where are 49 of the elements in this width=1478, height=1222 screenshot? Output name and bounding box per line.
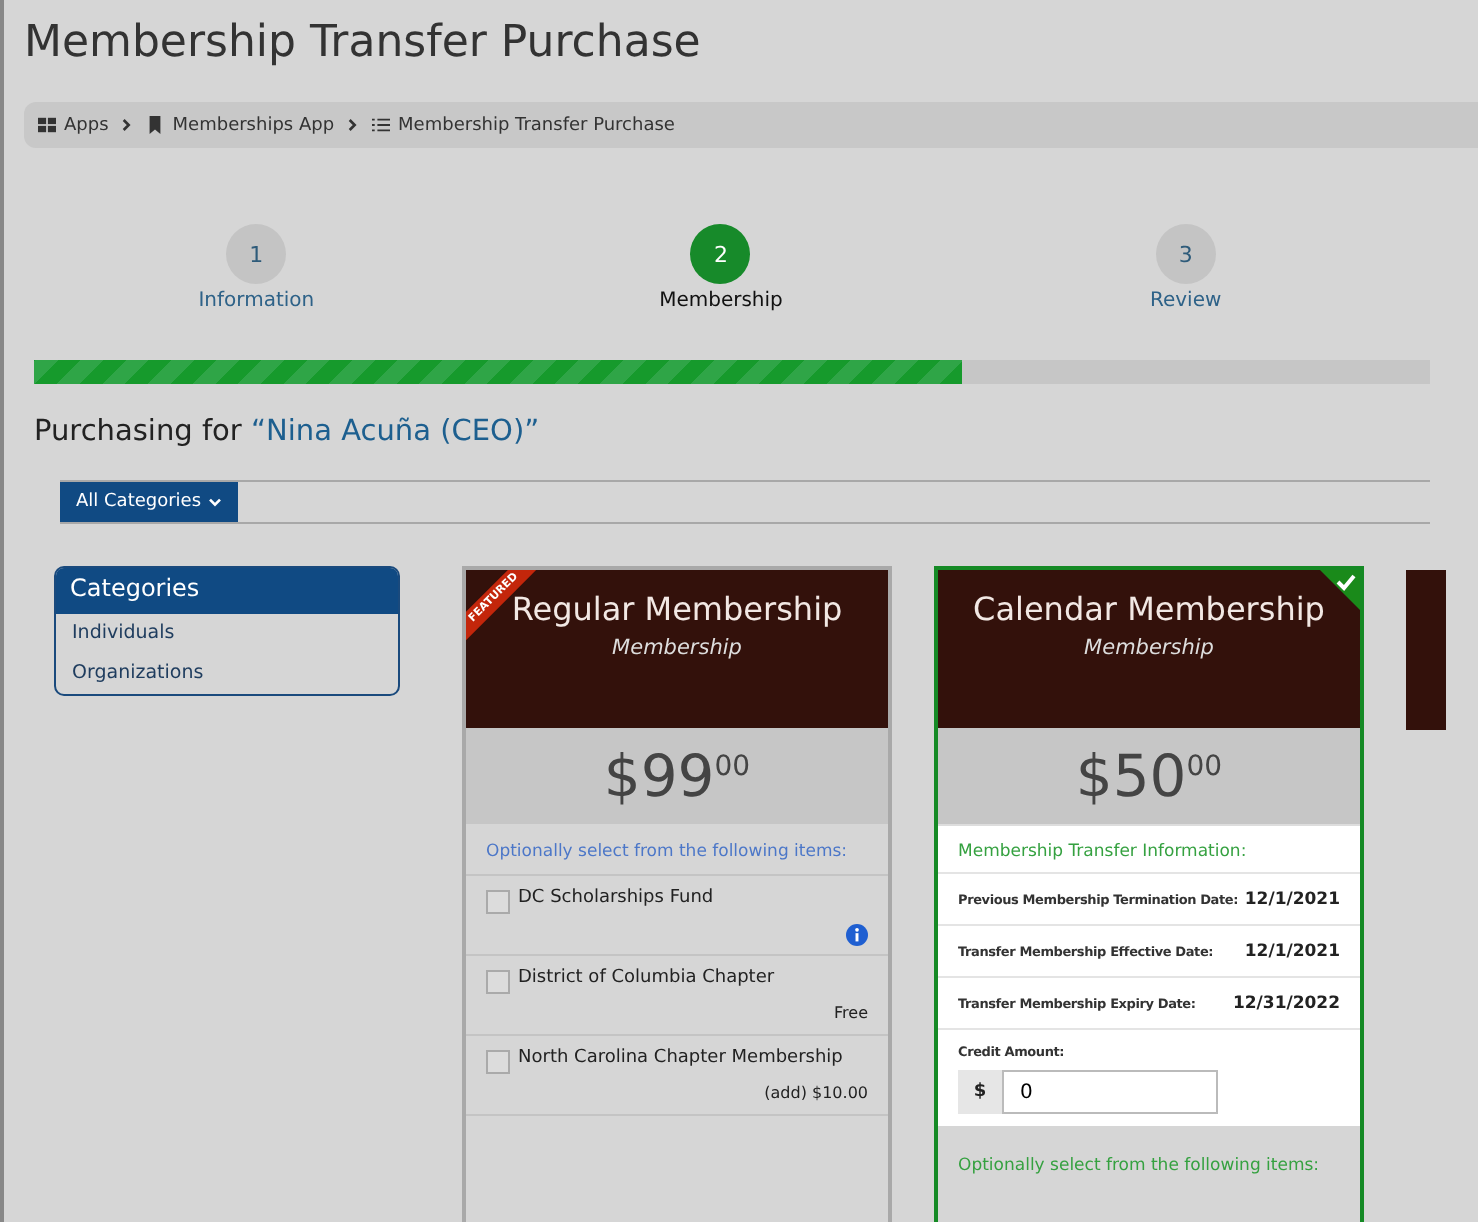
option-label: DC Scholarships Fund — [518, 888, 716, 912]
section-heading: Optionally select from the following items: — [466, 824, 888, 876]
option-item[interactable]: District of Columbia Chapter Free — [466, 956, 888, 1036]
category-link[interactable]: Individuals — [56, 614, 398, 654]
checkbox[interactable] — [486, 1050, 510, 1074]
card-title: Calendar Membership — [973, 590, 1325, 628]
bookmark-icon — [146, 116, 165, 134]
checkbox[interactable] — [486, 970, 510, 994]
check-icon — [1320, 570, 1360, 610]
step-label[interactable]: Information — [198, 290, 315, 312]
panel-header: Categories — [56, 568, 398, 614]
option-price: (add) $10.00 — [764, 1084, 868, 1106]
info-icon[interactable] — [846, 924, 868, 946]
credit-amount-field[interactable]: 0 — [1002, 1070, 1218, 1114]
card-subtitle: Membership — [610, 636, 744, 660]
chevron-icon — [122, 118, 133, 132]
option-item[interactable]: North Carolina Chapter Membership (add) $10.00 — [466, 1036, 888, 1116]
caret-icon — [207, 497, 222, 507]
option-price: Free — [834, 1004, 868, 1026]
step-number[interactable]: 2 — [690, 224, 751, 284]
category-link[interactable]: Organizations — [56, 654, 398, 694]
grid-icon — [38, 116, 56, 134]
card-title: Regular Membership — [511, 590, 843, 628]
step-number[interactable]: 3 — [1155, 224, 1216, 284]
list-icon — [372, 116, 391, 134]
field-value: 12/1/2021 — [1244, 941, 1340, 961]
chevron-icon — [348, 118, 359, 132]
currency-addon: $ — [958, 1070, 1002, 1114]
card-subtitle: Membership — [1082, 636, 1216, 660]
breadcrumb-link[interactable]: Membership Transfer Purchase — [372, 115, 675, 135]
field-value: 12/31/2022 — [1232, 993, 1340, 1013]
option-item[interactable]: DC Scholarships Fund — [466, 876, 888, 956]
option-label: District of Columbia Chapter — [518, 968, 777, 992]
categories-dropdown[interactable]: All Categories — [60, 482, 238, 522]
step-number[interactable]: 1 — [226, 224, 287, 284]
price: $99$^{00}$ — [603, 742, 751, 810]
step-label[interactable]: Review — [1149, 290, 1222, 312]
purchasing-heading: Purchasing for “Nina Acuña (CEO)” — [34, 416, 542, 448]
section-heading: Optionally select from the following items: — [956, 1154, 1322, 1180]
membership-card[interactable] — [934, 566, 1364, 1222]
page-title: Membership Transfer Purchase — [24, 16, 703, 72]
checkbox[interactable] — [486, 890, 510, 914]
field-value: 12/1/2021 — [1244, 889, 1340, 909]
step-label[interactable]: Membership — [659, 290, 783, 312]
breadcrumb-link[interactable]: Memberships App — [146, 115, 335, 135]
option-label: North Carolina Chapter Membership — [518, 1048, 845, 1072]
breadcrumb-link[interactable]: Apps — [38, 115, 109, 135]
section-heading: Membership Transfer Information: — [938, 826, 1360, 874]
price: $50$^{00}$ — [1075, 742, 1223, 810]
